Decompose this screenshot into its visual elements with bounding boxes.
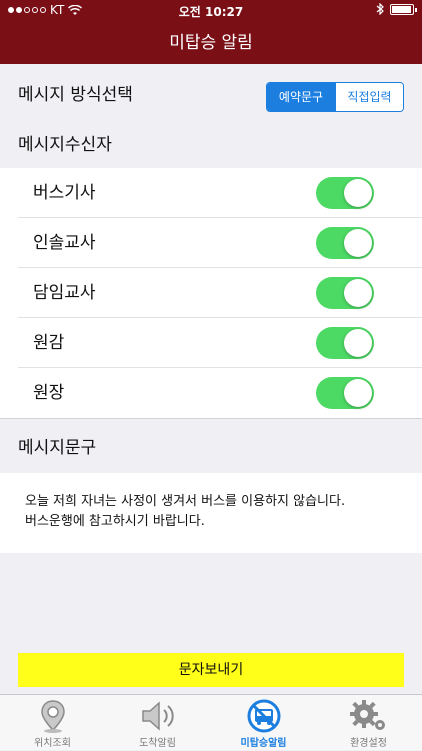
recipients-header-label: 메시지수신자 bbox=[18, 135, 112, 155]
message-header: 메시지문구 bbox=[0, 423, 422, 473]
recipient-label: 버스기사 bbox=[33, 183, 96, 203]
battery-icon bbox=[390, 3, 417, 15]
message-mode-label: 메시지 방식선택 bbox=[18, 85, 133, 105]
tab-bar: 위치조회 도착알림 미탑승알림 환경설정 bbox=[0, 694, 422, 750]
bus-driver-toggle[interactable] bbox=[316, 177, 374, 209]
bus-no-icon bbox=[247, 699, 280, 733]
status-bar: KT 오전 10:27 bbox=[0, 0, 422, 22]
tab-label: 미탑승알림 bbox=[240, 738, 287, 749]
divider bbox=[0, 418, 422, 419]
tab-arrival-alert[interactable]: 도착알림 bbox=[105, 695, 210, 751]
gear-icon bbox=[349, 700, 385, 730]
status-time: 오전 10:27 bbox=[178, 5, 244, 19]
bluetooth-icon bbox=[376, 3, 384, 15]
escort-teacher-toggle[interactable] bbox=[316, 227, 374, 259]
recipient-label: 원장 bbox=[33, 383, 65, 403]
principal-toggle[interactable] bbox=[316, 377, 374, 409]
message-line: 오늘 저희 자녀는 사정이 생겨서 버스를 이용하지 않습니다. bbox=[25, 494, 346, 509]
recipient-label: 인솔교사 bbox=[33, 233, 96, 253]
message-mode-segmented-control: 예약문구 직접입력 bbox=[266, 82, 404, 112]
vice-principal-toggle[interactable] bbox=[316, 327, 374, 359]
recipient-row-escort-teacher: 인솔교사 bbox=[0, 218, 422, 268]
recipient-row-principal: 원장 bbox=[0, 368, 422, 418]
recipient-row-bus-driver: 버스기사 bbox=[0, 168, 422, 218]
tab-label: 환경설정 bbox=[350, 738, 387, 749]
message-mode-row: 메시지 방식선택 예약문구 직접입력 bbox=[0, 70, 422, 120]
speaker-icon bbox=[141, 701, 174, 731]
tab-location[interactable]: 위치조회 bbox=[0, 695, 105, 751]
recipient-label: 담임교사 bbox=[33, 283, 96, 303]
homeroom-teacher-toggle[interactable] bbox=[316, 277, 374, 309]
tab-label: 위치조회 bbox=[34, 738, 71, 749]
recipient-list: 버스기사 인솔교사 담임교사 원감 원장 bbox=[0, 168, 422, 418]
recipients-header: 메시지수신자 bbox=[0, 120, 422, 170]
tab-no-boarding-alert[interactable]: 미탑승알림 bbox=[211, 695, 316, 751]
recipient-label: 원감 bbox=[33, 333, 65, 353]
message-text-area[interactable]: 오늘 저희 자녀는 사정이 생겨서 버스를 이용하지 않습니다. 버스운행에 참… bbox=[0, 473, 422, 553]
nav-bar: 미탑승 알림 bbox=[0, 22, 422, 64]
tab-label: 도착알림 bbox=[139, 738, 176, 749]
send-sms-button[interactable]: 문자보내기 bbox=[18, 653, 404, 687]
message-line: 버스운행에 참고하시기 바랍니다. bbox=[25, 514, 205, 529]
tab-settings[interactable]: 환경설정 bbox=[316, 695, 421, 751]
page-title: 미탑승 알림 bbox=[169, 33, 253, 53]
recipient-row-vice-principal: 원감 bbox=[0, 318, 422, 368]
message-header-label: 메시지문구 bbox=[18, 438, 97, 458]
recipient-row-homeroom-teacher: 담임교사 bbox=[0, 268, 422, 318]
custom-message-segment[interactable]: 직접입력 bbox=[335, 83, 403, 111]
location-pin-icon bbox=[40, 700, 65, 733]
preset-message-segment[interactable]: 예약문구 bbox=[267, 83, 335, 111]
